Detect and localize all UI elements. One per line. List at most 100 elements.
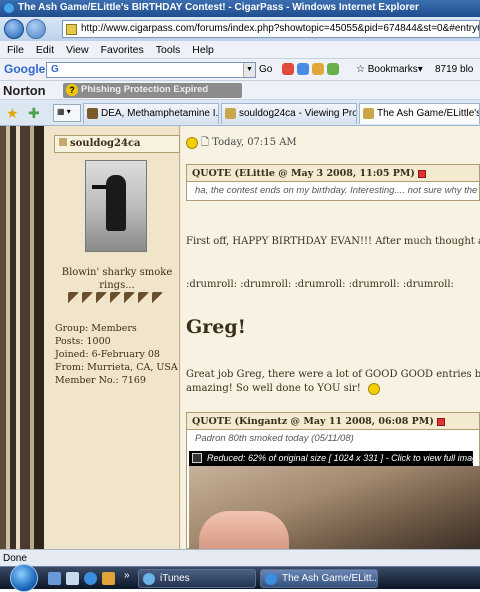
image-resize-notice[interactable]: Reduced: 62% of original size [ 1024 x 3… xyxy=(189,451,473,466)
spell-icon[interactable] xyxy=(297,63,309,75)
post-header: 🗋 Today, 07:15 AM xyxy=(186,135,297,152)
show-desktop-icon[interactable] xyxy=(48,572,61,585)
taskbar-item-label: iTunes xyxy=(160,573,190,584)
tab-label: DEA, Methamphetamine I... xyxy=(101,108,219,119)
more-quicklaunch-icon[interactable]: » xyxy=(124,570,130,581)
menu-help[interactable]: Help xyxy=(185,41,219,56)
avatar-figure xyxy=(106,175,126,231)
quick-tabs-button[interactable]: ▦ ▾ xyxy=(53,104,81,122)
popup-blocked-count[interactable]: 8719 blo xyxy=(435,64,473,75)
start-button[interactable] xyxy=(10,564,38,592)
ie-icon xyxy=(265,573,277,585)
google-search-input[interactable]: G ▼ xyxy=(46,62,256,78)
quote-body: Padron 80th smoked today (05/11/08) xyxy=(195,433,354,444)
url-input[interactable]: http://www.cigarpass.com/forums/index.ph… xyxy=(62,20,480,38)
image-notice-text: Reduced: 62% of original size [ 1024 x 3… xyxy=(207,453,473,463)
menu-bar: File Edit View Favorites Tools Help xyxy=(0,41,480,59)
norton-toolbar: Norton ? Phishing Protection Expired xyxy=(0,81,480,100)
status-bar: Done xyxy=(0,549,480,566)
smiley-icon xyxy=(186,136,198,149)
google-toolbar: Google G ▼ Go ☆ Bookmarks▾ 8719 blo xyxy=(0,59,480,81)
switch-windows-icon[interactable] xyxy=(66,572,79,585)
user-joined: Joined: 6-February 08 xyxy=(55,349,160,360)
cigar-icon xyxy=(152,292,163,306)
page-content: souldog24ca Blowin' sharky smoke rings..… xyxy=(0,126,480,549)
phishing-status[interactable]: ? Phishing Protection Expired xyxy=(63,83,242,98)
tab-dea[interactable]: DEA, Methamphetamine I... xyxy=(83,103,219,124)
post-body: 🗋 Today, 07:15 AM QUOTE (ELittle @ May 3… xyxy=(181,126,480,549)
google-go-button[interactable]: Go xyxy=(259,64,272,75)
taskbar-ie-window[interactable]: The Ash Game/ELitt... xyxy=(260,569,378,588)
rank-cigars xyxy=(68,292,168,308)
tab-label: The Ash Game/ELittle's ... xyxy=(377,108,480,119)
url-text: http://www.cigarpass.com/forums/index.ph… xyxy=(81,23,480,34)
quote-link-icon[interactable] xyxy=(417,169,426,178)
favorites-star-icon[interactable]: ★ xyxy=(6,105,19,122)
bookmarks-button[interactable]: ☆ Bookmarks▾ xyxy=(356,64,423,75)
tab-label: souldog24ca - Viewing Pro... xyxy=(239,108,357,119)
cigar-icon xyxy=(124,292,135,306)
quote-link-icon[interactable] xyxy=(436,417,445,426)
menu-view[interactable]: View xyxy=(59,41,94,56)
menu-file[interactable]: File xyxy=(0,41,29,56)
window-titlebar: The Ash Game/ELittle's BIRTHDAY Contest!… xyxy=(0,0,480,17)
forward-button[interactable] xyxy=(26,19,46,39)
post-paragraph-text: amazing! So well done to YOU sir! xyxy=(186,383,361,394)
winner-heading: Greg! xyxy=(186,316,246,338)
tab-favicon xyxy=(87,108,98,119)
question-icon: ? xyxy=(66,84,78,96)
post-icon: 🗋 xyxy=(201,137,210,148)
google-tool-icons xyxy=(282,63,344,77)
clapping-smiley-icon xyxy=(367,382,380,395)
quote-block: QUOTE (ELittle @ May 3 2008, 11:05 PM) h… xyxy=(186,164,480,201)
add-favorite-icon[interactable]: ✚ xyxy=(28,105,40,122)
chevron-down-icon[interactable]: ▼ xyxy=(243,63,255,77)
username-link[interactable]: souldog24ca xyxy=(54,135,180,153)
popup-icon[interactable] xyxy=(282,63,294,75)
post-drumroll: :drumroll: :drumroll: :drumroll: :drumro… xyxy=(186,279,454,290)
google-search-prefix: G xyxy=(51,64,59,75)
user-posts: Posts: 1000 xyxy=(55,336,111,347)
user-stats: Group: Members Posts: 1000 Joined: 6-Feb… xyxy=(55,322,180,387)
tab-profile[interactable]: souldog24ca - Viewing Pro... xyxy=(221,103,357,124)
page-icon xyxy=(66,24,77,35)
user-marker-icon xyxy=(59,138,67,146)
back-button[interactable] xyxy=(4,19,24,39)
quote-header: QUOTE (ELittle @ May 3 2008, 11:05 PM) xyxy=(187,165,479,182)
cigar-icon xyxy=(96,292,107,306)
translate-icon[interactable] xyxy=(327,63,339,75)
taskbar-itunes[interactable]: iTunes xyxy=(138,569,256,588)
user-from: From: Murrieta, CA, USA xyxy=(55,362,178,373)
post-paragraph: First off, HAPPY BIRTHDAY EVAN!!! After … xyxy=(186,236,480,247)
avatar xyxy=(85,160,147,252)
menu-edit[interactable]: Edit xyxy=(29,41,59,56)
status-text: Done xyxy=(3,553,27,564)
user-group: Group: Members xyxy=(55,323,137,334)
menu-tools[interactable]: Tools xyxy=(149,41,186,56)
window-title: The Ash Game/ELittle's BIRTHDAY Contest!… xyxy=(18,2,419,13)
phishing-label: Phishing Protection Expired xyxy=(81,84,209,95)
quote-body: ha, the contest ends on my birthday. Int… xyxy=(195,185,478,196)
cigar-photo[interactable] xyxy=(189,466,480,549)
media-quicklaunch-icon[interactable] xyxy=(102,572,115,585)
quote-header-text: QUOTE (Kingantz @ May 11 2008, 06:08 PM) xyxy=(192,416,434,427)
cigar-icon xyxy=(110,292,121,306)
bookmarks-label: Bookmarks xyxy=(367,64,418,75)
menu-favorites[interactable]: Favorites xyxy=(94,41,149,56)
address-bar: http://www.cigarpass.com/forums/index.ph… xyxy=(0,17,480,41)
ie-quicklaunch-icon[interactable] xyxy=(84,572,97,585)
norton-logo: Norton xyxy=(3,83,46,98)
cigar-icon xyxy=(68,292,79,306)
user-member-no: Member No.: 7169 xyxy=(55,375,146,386)
cigar-icon xyxy=(82,292,93,306)
photo-finger xyxy=(199,511,289,549)
username: souldog24ca xyxy=(70,138,141,149)
magnify-icon xyxy=(192,453,202,463)
google-logo: Google xyxy=(4,62,46,76)
post-timestamp: Today, 07:15 AM xyxy=(212,137,297,148)
quote-header: QUOTE (Kingantz @ May 11 2008, 06:08 PM) xyxy=(187,413,479,430)
autofill-icon[interactable] xyxy=(312,63,324,75)
itunes-icon xyxy=(143,573,155,585)
tab-ash-game[interactable]: The Ash Game/ELittle's ... xyxy=(359,103,480,124)
decorative-border xyxy=(0,126,44,549)
